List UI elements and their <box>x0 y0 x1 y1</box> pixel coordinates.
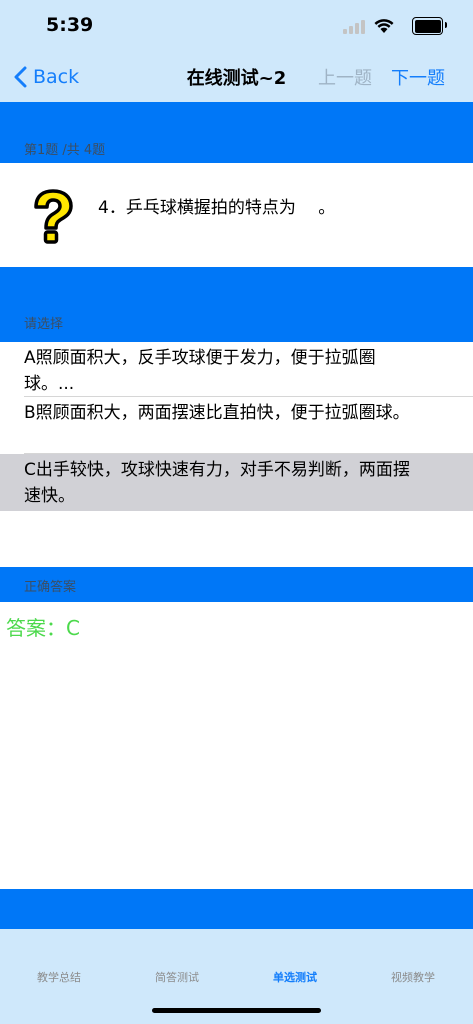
question-text: 4．乒乓球横握拍的特点为 。 <box>98 198 336 218</box>
question-mark-icon <box>34 189 73 244</box>
question-row: 4．乒乓球横握拍的特点为 。 <box>0 163 473 267</box>
tab-teaching-summary[interactable]: 教学总结 <box>0 969 118 985</box>
options-section-label: 请选择 <box>24 317 64 332</box>
answer-section-label: 正确答案 <box>24 580 77 595</box>
wifi-icon <box>374 19 394 33</box>
home-indicator <box>152 1008 321 1013</box>
status-time: 5:39 <box>46 14 94 36</box>
options-section-band: 请选择 <box>0 267 473 342</box>
option-c-text: C出手较快，攻球快速有力，对手不易判断，两面摆速快。 <box>24 460 410 506</box>
next-question-button[interactable]: 下一题 <box>391 64 445 90</box>
question-progress-band: 第1题 /共 4题 <box>0 102 473 163</box>
tab-video-teaching[interactable]: 视频教学 <box>354 969 472 985</box>
question-progress: 第1题 /共 4题 <box>24 143 106 158</box>
bottom-band <box>0 889 473 929</box>
option-c[interactable]: C出手较快，攻球快速有力，对手不易判断，两面摆速快。 <box>0 454 473 511</box>
signal-icon <box>343 18 365 34</box>
answer-text: 答案：C <box>6 616 80 640</box>
navigation-header: 5:39 Back 在线测试~2 上一题 下一题 <box>0 0 473 102</box>
tab-short-answer-test[interactable]: 简答测试 <box>118 969 236 985</box>
answer-section-band: 正确答案 <box>0 567 473 602</box>
previous-question-button[interactable]: 上一题 <box>318 64 372 90</box>
option-a-text: A照顾面积大，反手攻球便于发力，便于拉弧圈球。... <box>24 348 376 394</box>
tab-single-choice-test[interactable]: 单选测试 <box>236 969 354 985</box>
status-icons <box>327 16 447 36</box>
option-b-text: B照顾面积大，两面摆速比直拍快，便于拉弧圈球。 <box>24 403 410 423</box>
option-b[interactable]: B照顾面积大，两面摆速比直拍快，便于拉弧圈球。 <box>0 397 473 453</box>
battery-icon <box>412 17 447 35</box>
option-a[interactable]: A照顾面积大，反手攻球便于发力，便于拉弧圈球。... <box>0 342 473 396</box>
